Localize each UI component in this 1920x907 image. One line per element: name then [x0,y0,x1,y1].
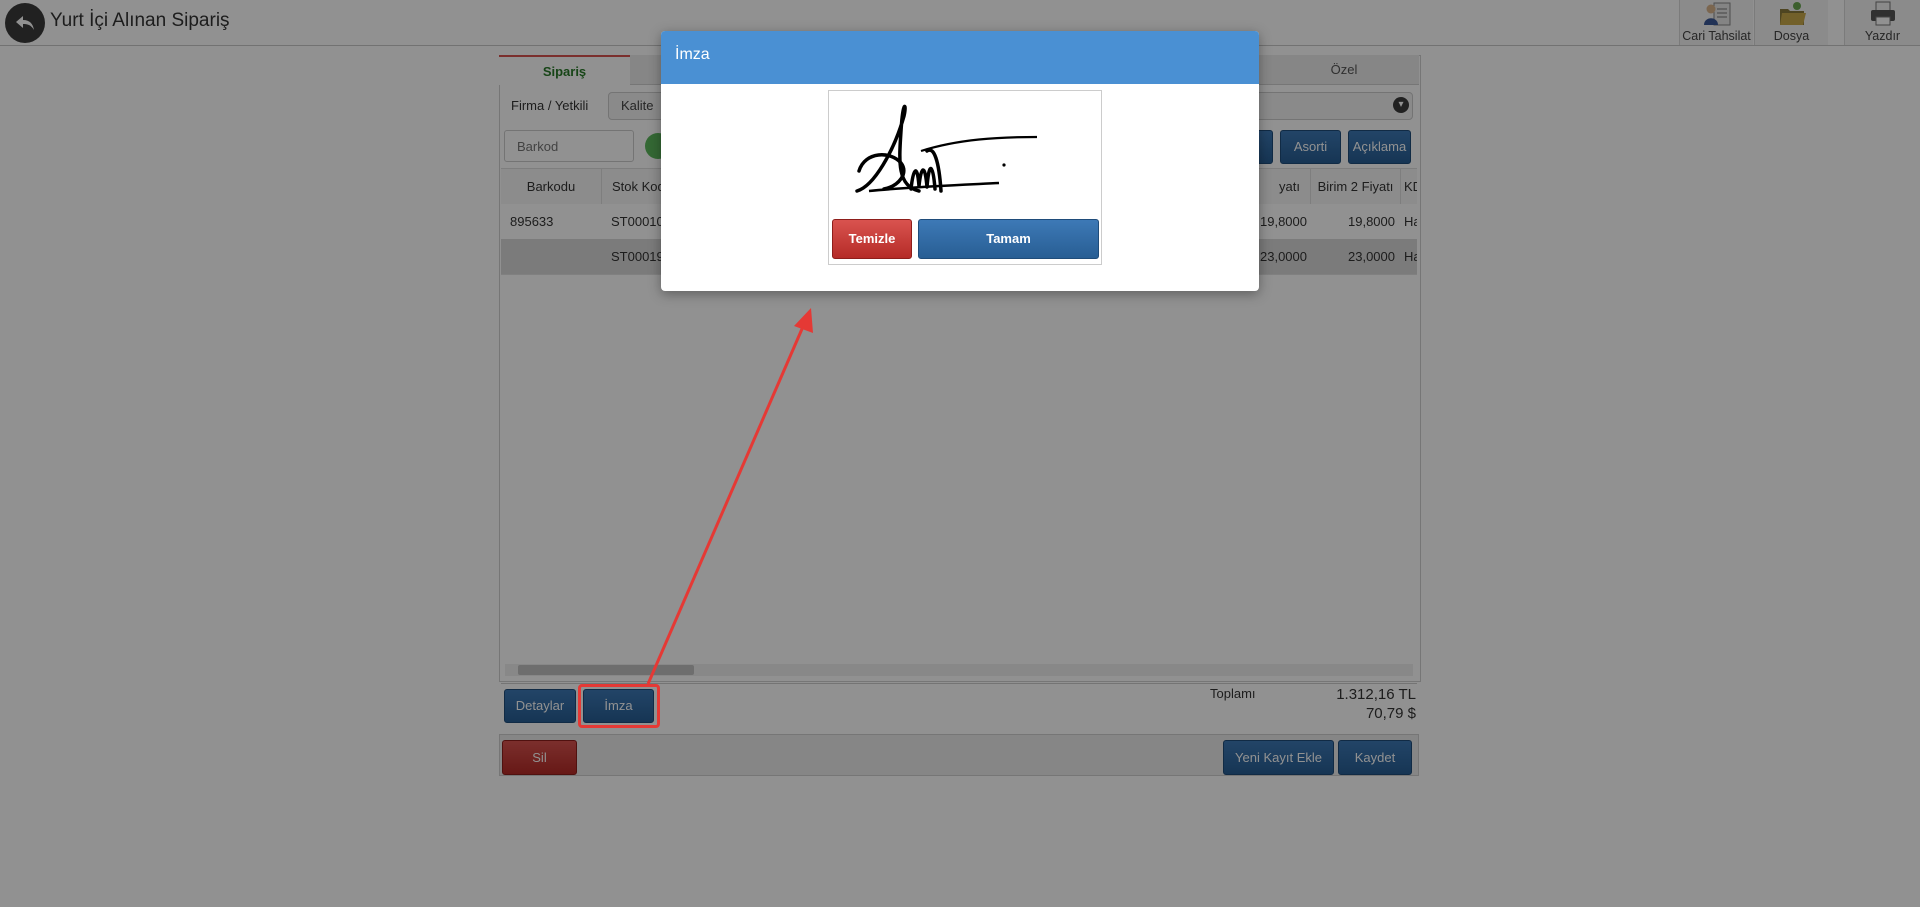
temizle-button[interactable]: Temizle [832,219,912,259]
modal-header [661,31,1259,84]
tamam-button[interactable]: Tamam [918,219,1099,259]
modal-title: İmza [675,46,710,63]
signature-drawing [855,104,1038,193]
annotation-highlight-box [578,684,660,728]
